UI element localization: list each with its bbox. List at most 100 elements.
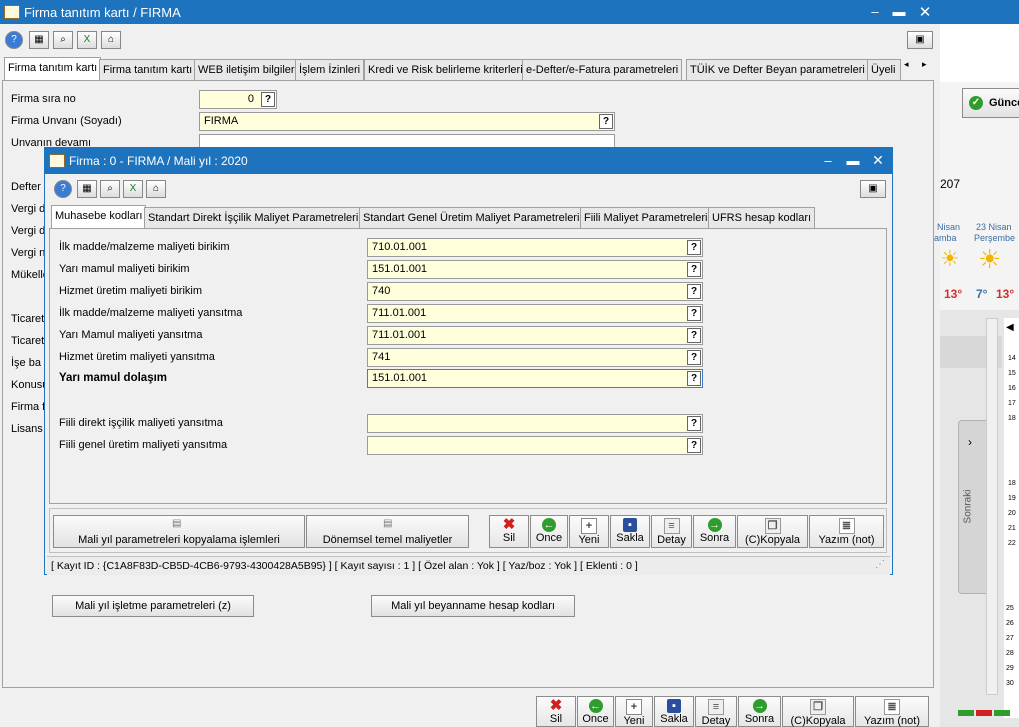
row-field[interactable]: 741? [367,348,703,367]
sonra-button[interactable]: → Sonra [693,515,736,548]
sil-button[interactable]: ✖ Sil [489,515,529,548]
minimize-icon[interactable]: – [817,153,839,168]
row-field[interactable]: ? [367,414,703,433]
close-icon[interactable]: ✕ [867,152,889,169]
tab-fiili-maliyet[interactable]: Fiili Maliyet Parametreleri [580,207,712,228]
dialog-status-bar: [ Kayıt ID : {C1A8F83D-CB5D-4CB6-9793-43… [47,556,890,575]
detay-label: Detay [701,715,731,727]
sakla-label: Sakla [660,713,688,725]
cal-day: 25 [1006,605,1014,612]
unvan-field[interactable]: FIRMA ? [199,112,615,131]
partial-label: Vergi d [11,225,46,237]
once-button[interactable]: ← Once [530,515,568,548]
tab-firma-tanitim-active[interactable]: Firma tanıtım kartı [4,57,102,81]
tab-muhasebe-kodlari[interactable]: Muhasebe kodları [51,205,147,229]
home-icon[interactable]: ⌂ [146,180,166,198]
cal-prev-icon[interactable]: ◀ [1006,322,1014,333]
chevron-right-icon: › [968,435,972,449]
maximize-icon[interactable]: ▬ [842,153,864,168]
lookup-icon[interactable]: ? [687,328,701,343]
beyanname-hesap-kodlari-button[interactable]: Mali yıl beyanname hesap kodları [371,595,575,617]
tab-web-iletisim[interactable]: WEB iletişim bilgileri [194,59,302,80]
bg-app-header [940,24,1019,82]
yeni-button[interactable]: + Yeni [615,696,653,727]
help-icon[interactable]: ? [5,31,23,49]
maximize-icon[interactable]: ▬ [888,4,910,19]
lookup-icon[interactable]: ? [261,92,275,107]
lookup-icon[interactable]: ? [687,284,701,299]
lookup-icon[interactable]: ? [687,240,701,255]
row-field[interactable]: ? [367,436,703,455]
back-arrow-icon: ← [542,518,556,532]
row-field[interactable]: 151.01.001? [367,260,703,279]
row-value: 711.01.001 [372,307,427,319]
minimize-icon[interactable]: – [864,4,886,19]
lookup-icon[interactable]: ? [687,306,701,321]
kopyalama-islemleri-button[interactable]: ▤ Mali yıl parametreleri kopyalama işlem… [53,515,305,548]
once-button[interactable]: ← Once [577,696,614,727]
app-book-icon [49,154,65,168]
kopyala-label: (C)Kopyala [790,715,846,727]
row-field[interactable]: 710.01.001? [367,238,703,257]
window-layout-icon[interactable]: ▣ [907,31,933,49]
sonra-button[interactable]: → Sonra [738,696,781,727]
save-disk-icon: ▪ [667,699,681,713]
tab-islem-izinleri[interactable]: İşlem İzinleri [295,59,365,80]
donemsel-maliyetler-button[interactable]: ▤ Dönemsel temel maliyetler [306,515,469,548]
close-icon[interactable]: ✕ [914,3,936,21]
row-field[interactable]: 711.01.001? [367,326,703,345]
lookup-icon[interactable]: ? [599,114,613,129]
excel-icon[interactable]: X [123,180,143,198]
lookup-icon[interactable]: ? [687,350,701,365]
bg-scrollbar[interactable] [986,318,998,695]
detay-button[interactable]: ≡ Detay [695,696,737,727]
yazim-button[interactable]: ≣ Yazım (not) [855,696,929,727]
lookup-icon[interactable]: ? [687,371,701,386]
lookup-icon[interactable]: ? [687,262,701,277]
tab-tuik[interactable]: TÜİK ve Defter Beyan parametreleri [686,59,869,80]
tab-standart-direkt-iscilik[interactable]: Standart Direkt İşçilik Maliyet Parametr… [144,207,363,228]
tab-standart-genel-uretim[interactable]: Standart Genel Üretim Maliyet Parametrel… [359,207,584,228]
help-icon[interactable]: ? [54,180,72,198]
tab-firma-tanitim[interactable]: Firma tanıtım kartı [99,59,197,80]
home-icon[interactable]: ⌂ [101,31,121,49]
search-doc-icon[interactable]: ⌕ [100,180,120,198]
yeni-label: Yeni [623,715,645,727]
kopyala-button[interactable]: ❐ (C)Kopyala [737,515,808,548]
gunce-button[interactable]: ✓ Günce [962,88,1019,118]
yeni-button[interactable]: + Yeni [569,515,609,548]
tab-kredi-risk[interactable]: Kredi ve Risk belirleme kriterleri [364,59,527,80]
detay-button[interactable]: ≡ Detay [651,515,692,548]
yazim-button[interactable]: ≣ Yazım (not) [809,515,884,548]
tab-edefter[interactable]: e-Defter/e-Fatura parametreleri [522,59,683,80]
calculator-icon[interactable]: ▦ [77,180,97,198]
lookup-icon[interactable]: ? [687,438,701,453]
isletme-parametreleri-button[interactable]: Mali yıl işletme parametreleri (z) [52,595,254,617]
resize-grip-icon[interactable]: ⋰ [875,559,885,570]
yazim-label: Yazım (not) [818,534,875,546]
sakla-button[interactable]: ▪ Sakla [654,696,694,727]
excel-icon[interactable]: X [77,31,97,49]
cal-day: 29 [1006,665,1014,672]
tab-ufrs-hesap[interactable]: UFRS hesap kodları [708,207,816,228]
sakla-button[interactable]: ▪ Sakla [610,515,650,548]
check-icon: ✓ [969,96,983,110]
tab-scroll-left-icon[interactable]: ◂ [904,59,909,70]
partial-label: Ticaret [11,313,45,325]
print-doc-icon: ≣ [884,699,900,715]
lookup-icon[interactable]: ? [687,416,701,431]
calculator-icon[interactable]: ▦ [29,31,49,49]
sil-button[interactable]: ✖ Sil [536,696,576,727]
row-field[interactable]: 740? [367,282,703,301]
search-doc-icon[interactable]: ⌕ [53,31,73,49]
tab-scroll-right-icon[interactable]: ▸ [922,59,927,70]
detail-doc-icon: ≡ [708,699,724,715]
row-field-focused[interactable]: 151.01.001? [367,369,703,388]
tab-uyelik[interactable]: Üyeli [867,59,901,80]
kopyala-button[interactable]: ❐ (C)Kopyala [782,696,854,727]
temp-high: 13° [944,287,963,301]
outer-nav-bar: ✖ Sil ← Once + Yeni ▪ Sakla ≡ Detay → Sonra ❐(… [0,688,940,727]
window-layout-icon[interactable]: ▣ [860,180,886,198]
row-field[interactable]: 711.01.001? [367,304,703,323]
sira-no-field[interactable]: 0 ? [199,90,277,109]
